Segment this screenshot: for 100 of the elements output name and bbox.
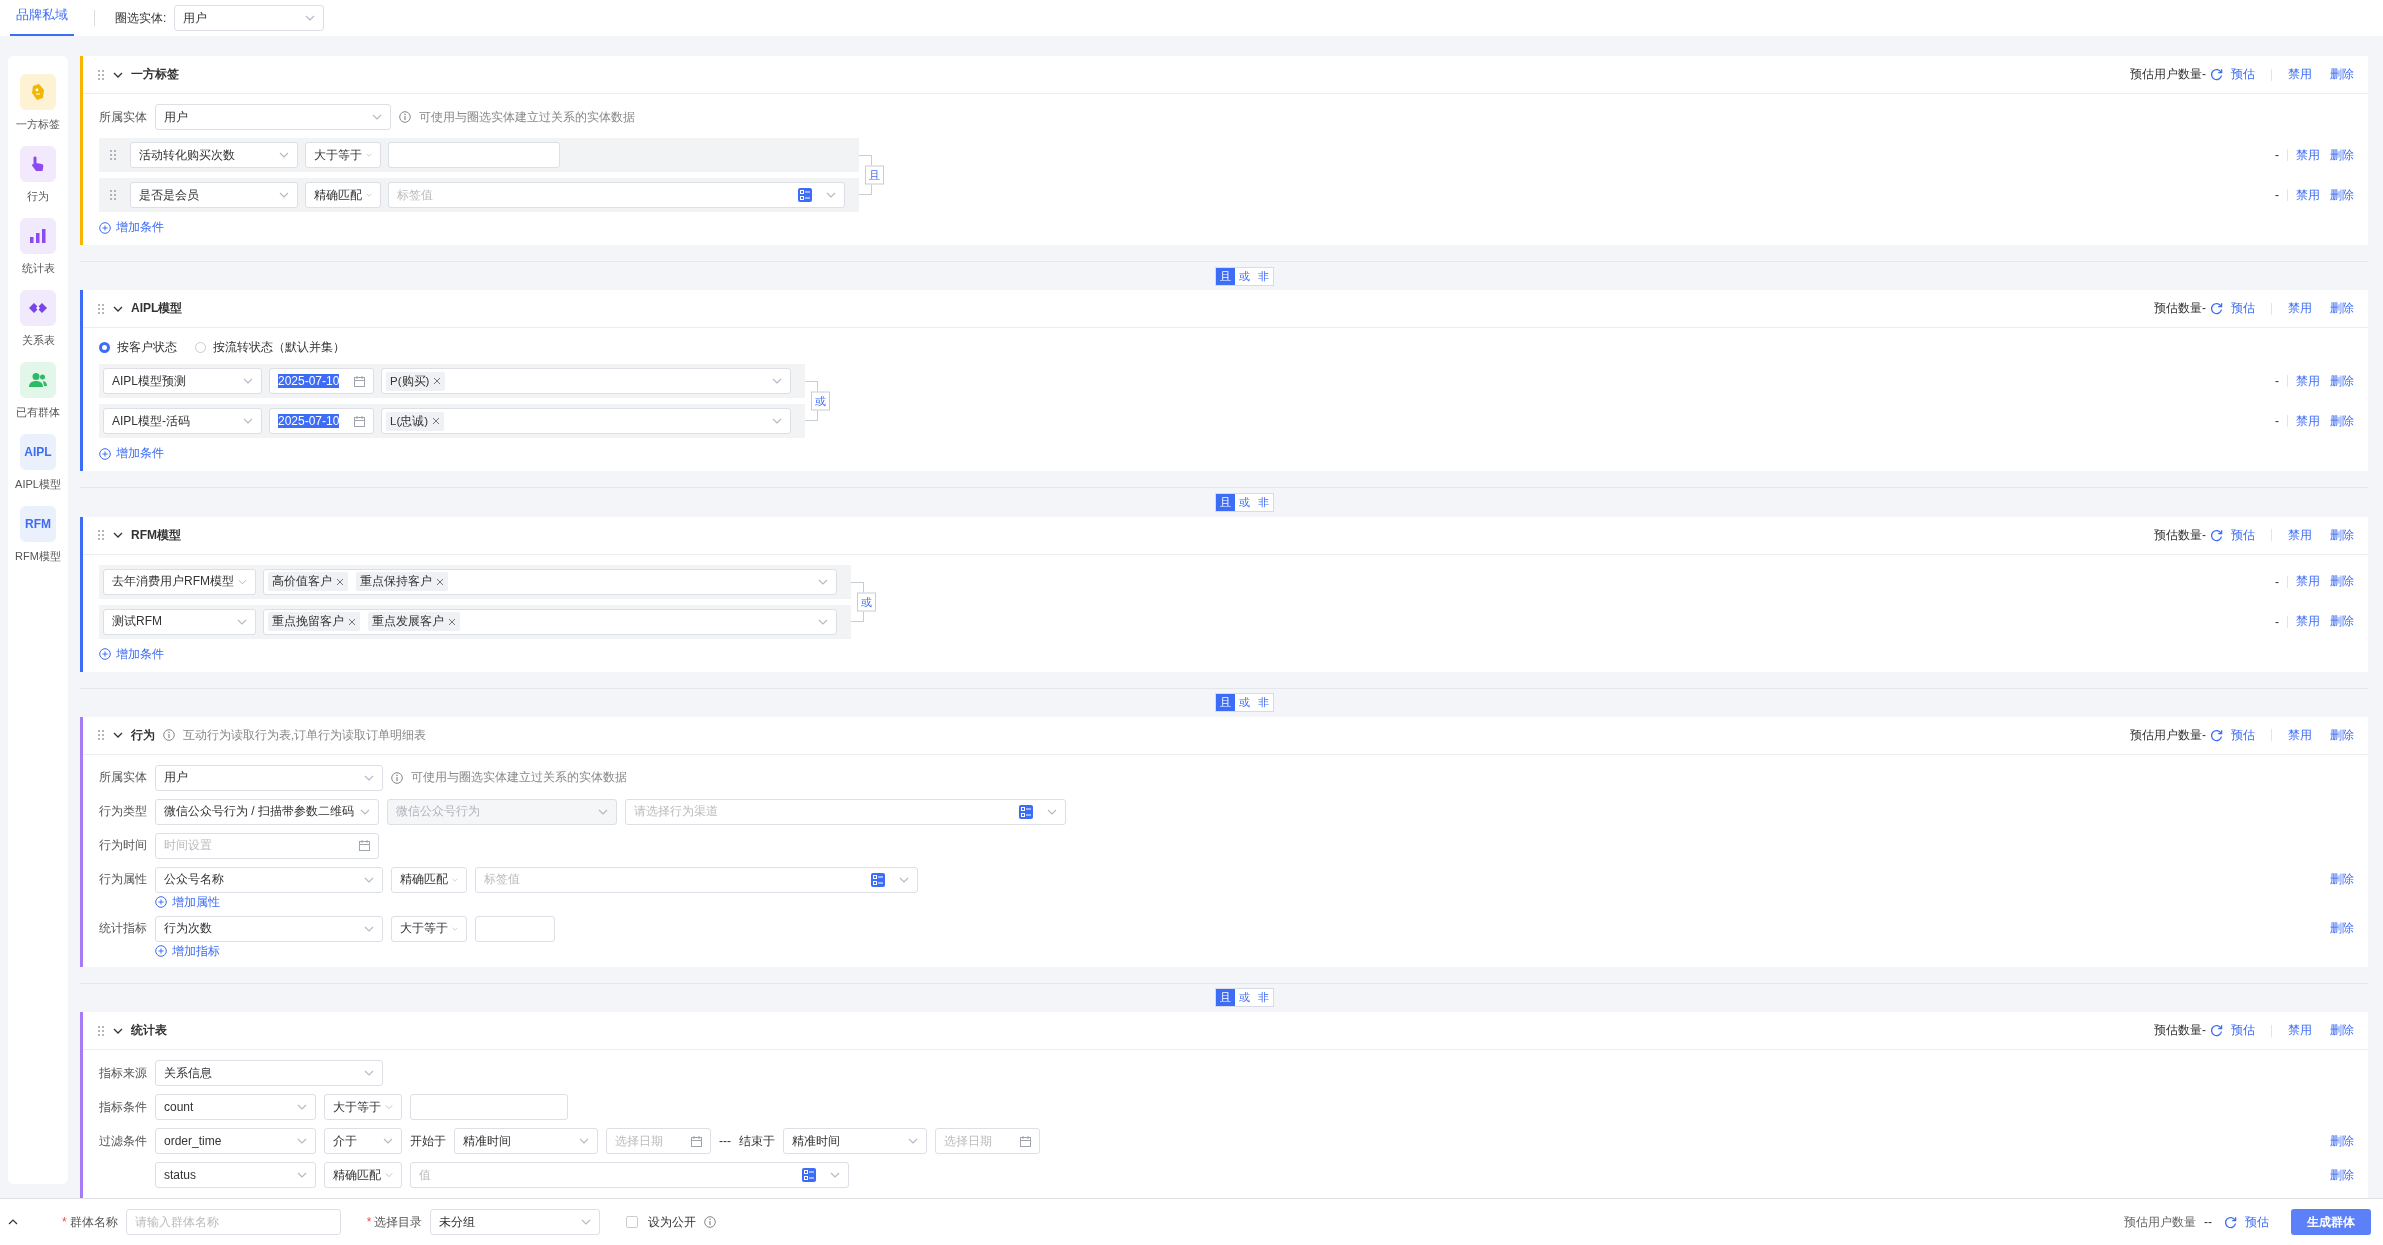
input-field[interactable]: 请输入群体名称 [125,1209,341,1235]
logic-toggle[interactable]: 或 [1234,989,1254,1007]
select-field[interactable]: 测试RFM [103,608,256,635]
component-icon[interactable] [20,290,56,326]
drag-handle-icon[interactable] [97,529,105,541]
action-link[interactable]: 禁用 [2296,372,2320,390]
add-link[interactable]: 增加属性 [155,894,220,910]
action-link[interactable]: 禁用 [2288,526,2312,544]
date-field[interactable]: 2025-07-10 [269,368,374,395]
input-field[interactable] [475,915,555,942]
select-field[interactable]: 关系信息 [155,1060,383,1086]
select-field[interactable]: 行为次数 [155,915,383,942]
add-link[interactable]: 增加条件 [99,646,164,662]
logic-toggle[interactable]: 且 [1215,989,1235,1007]
close-icon[interactable] [448,617,456,626]
radio-button[interactable] [99,341,110,353]
drag-handle-icon[interactable] [97,729,105,742]
joiner-toggle[interactable]: 或 [811,391,830,411]
joiner-toggle[interactable]: 且 [865,165,884,185]
tag-select-field[interactable]: L(忠诚) [381,408,791,435]
radio-option[interactable]: 按客户状态 [99,339,177,355]
select-field[interactable]: 用户 [155,764,383,791]
action-link[interactable]: 删除 [2330,871,2354,889]
list-icon[interactable] [871,872,885,887]
drag-handle-icon[interactable] [97,1024,105,1037]
select-field[interactable]: 精准时间 [783,1128,927,1154]
action-link[interactable]: 删除 [2330,573,2354,590]
close-icon[interactable] [432,417,441,426]
component-icon[interactable]: RFM [20,506,56,542]
action-link[interactable]: 删除 [2330,300,2354,318]
logic-toggle[interactable]: 非 [1253,989,1273,1007]
close-icon[interactable] [336,577,344,586]
select-field[interactable]: 大于等于 [391,915,467,942]
logic-toggle[interactable]: 或 [1234,694,1254,712]
select-field[interactable]: 活动转化购买次数 [130,142,298,168]
select-field[interactable]: status [155,1162,316,1188]
action-link[interactable]: 禁用 [2296,146,2320,164]
action-link[interactable]: 禁用 [2288,726,2312,744]
logic-toggle[interactable]: 或 [1234,267,1254,285]
list-icon[interactable] [802,1168,816,1182]
select-field[interactable]: 是否是会员 [130,182,298,208]
action-link[interactable]: 禁用 [2288,1022,2312,1039]
select-field[interactable]: 大于等于 [305,142,381,168]
estimate-link[interactable]: 预估 [2231,726,2255,744]
component-icon[interactable] [20,218,56,254]
select-field[interactable]: 介于 [324,1128,402,1154]
logic-toggle[interactable]: 非 [1253,493,1273,511]
estimate-link[interactable]: 预估 [2231,526,2255,544]
component-icon[interactable]: AIPL [20,434,56,470]
logic-toggle[interactable]: 且 [1215,493,1235,511]
close-icon[interactable] [348,617,356,626]
action-link[interactable]: 删除 [2330,613,2354,630]
action-link[interactable]: 禁用 [2296,613,2320,630]
action-link[interactable]: 禁用 [2296,573,2320,590]
input-field[interactable] [388,142,560,168]
action-link[interactable]: 删除 [2330,726,2354,744]
chevron-down-icon[interactable] [113,732,123,739]
component-icon[interactable] [20,362,56,398]
refresh-icon[interactable] [2210,1024,2223,1037]
refresh-icon[interactable] [2210,528,2223,542]
chevron-down-icon[interactable] [113,71,123,78]
action-link[interactable]: 删除 [2330,1132,2354,1150]
action-link[interactable]: 删除 [2330,146,2354,164]
generate-button[interactable]: 生成群体 [2291,1209,2371,1235]
action-link[interactable]: 删除 [2330,66,2354,83]
select-field[interactable]: order_time [155,1128,316,1154]
public-checkbox-option[interactable]: 设为公开 [626,1213,697,1231]
action-link[interactable]: 禁用 [2288,300,2312,318]
caret-up-icon[interactable] [8,1219,18,1225]
estimate-link[interactable]: 预估 [2231,300,2255,318]
estimate-link[interactable]: 预估 [2231,1022,2255,1039]
action-link[interactable]: 删除 [2330,920,2354,938]
input-field[interactable] [410,1094,568,1120]
select-field[interactable]: 大于等于 [324,1094,402,1120]
select-field[interactable]: 用户 [155,104,391,130]
select-field[interactable]: count [155,1094,316,1120]
add-link[interactable]: 增加条件 [99,220,164,235]
logic-toggle[interactable]: 非 [1253,267,1273,285]
refresh-icon[interactable] [2210,68,2223,81]
tab[interactable]: 品牌私域 [10,0,74,36]
select-field[interactable]: 用户 [174,5,325,31]
tag-select-field[interactable]: 高价值客户 重点保持客户 [263,568,837,595]
select-field[interactable]: 未分组 [430,1209,601,1235]
action-link[interactable]: 禁用 [2288,66,2312,83]
drag-handle-icon[interactable] [109,189,117,201]
select-field[interactable]: 微信公众号行为 / 扫描带参数二维码 [155,798,379,825]
joiner-toggle[interactable]: 或 [857,592,876,611]
select-field[interactable]: 精确匹配 [324,1162,402,1188]
action-link[interactable]: 删除 [2330,412,2354,430]
logic-toggle[interactable]: 或 [1234,493,1254,511]
action-link[interactable]: 删除 [2330,1166,2354,1184]
select-field[interactable]: 去年消费用户RFM模型 [103,568,256,595]
logic-toggle[interactable]: 非 [1253,694,1273,712]
action-link[interactable]: 删除 [2330,1022,2354,1039]
date-field[interactable]: 2025-07-10 [269,408,374,435]
drag-handle-icon[interactable] [109,149,117,161]
chevron-down-icon[interactable] [113,532,123,538]
list-icon[interactable] [798,188,812,202]
action-link[interactable]: 删除 [2330,526,2354,544]
select-field[interactable]: AIPL模型-活码 [103,408,262,435]
